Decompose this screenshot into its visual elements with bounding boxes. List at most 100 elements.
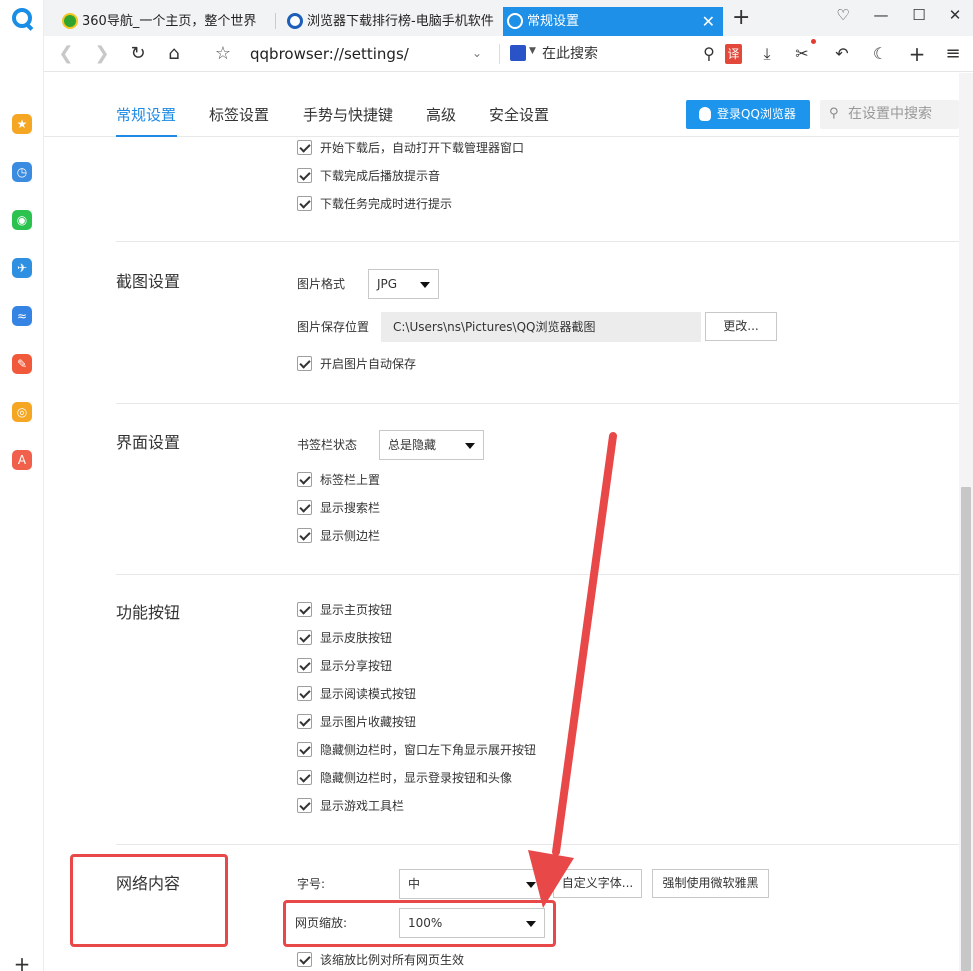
checkbox[interactable] (297, 472, 312, 487)
checkbox[interactable] (297, 770, 312, 785)
checkbox[interactable] (297, 500, 312, 515)
scrollbar[interactable] (959, 73, 973, 971)
search-app-icon[interactable]: ◎ (12, 402, 32, 422)
translate-icon[interactable]: 译 (725, 44, 742, 64)
undo-icon[interactable]: ↶ (830, 42, 854, 66)
section-divider (116, 241, 959, 242)
checkbox-play-sound[interactable]: 下载完成后播放提示音 (297, 167, 440, 185)
checkbox[interactable] (297, 742, 312, 757)
bookmark-star-icon[interactable]: ☆ (211, 42, 235, 66)
checkbox-reader-mode-button[interactable]: 显示阅读模式按钮 (297, 685, 416, 703)
force-yahei-button[interactable]: 强制使用微软雅黑 (652, 869, 769, 898)
maximize-icon[interactable]: ☐ (904, 4, 934, 26)
section-divider (116, 844, 959, 845)
search-input[interactable]: 在此搜索 (542, 44, 598, 64)
tab-title: 常规设置 (527, 14, 580, 29)
settings-search-placeholder: 在设置中搜索 (848, 106, 932, 122)
checkbox[interactable] (297, 528, 312, 543)
checkbox[interactable] (297, 714, 312, 729)
tab-360[interactable]: 360导航_一个主页，整个世界 (58, 7, 272, 36)
checkbox-sidebar-expand-button[interactable]: 隐藏侧边栏时，窗口左下角显示展开按钮 (297, 741, 536, 759)
section-title-interface: 界面设置 (116, 433, 181, 452)
tab-advanced[interactable]: 高级 (426, 105, 456, 125)
close-tab-icon[interactable]: ✕ (702, 7, 715, 36)
home-icon[interactable]: ⌂ (162, 42, 186, 66)
pdf-icon[interactable]: ✎ (12, 354, 32, 374)
checkbox[interactable] (297, 168, 312, 183)
tab-tabs[interactable]: 标签设置 (209, 105, 269, 125)
checkbox[interactable] (297, 356, 312, 371)
login-qq-button[interactable]: 登录QQ浏览器 (686, 100, 810, 129)
checkbox[interactable] (297, 952, 312, 967)
change-path-button[interactable]: 更改... (705, 312, 777, 341)
baidu-engine-icon[interactable] (510, 45, 526, 61)
checkbox-share-button[interactable]: 显示分享按钮 (297, 657, 392, 675)
add-icon[interactable]: + (905, 42, 929, 66)
section-divider (116, 403, 959, 404)
night-mode-icon[interactable]: ☾ (868, 42, 892, 66)
download-icon[interactable]: ⤓ (755, 42, 779, 66)
checkbox-label: 隐藏侧边栏时，窗口左下角显示展开按钮 (320, 743, 537, 757)
bookmark-bar-label: 书签栏状态 (297, 438, 358, 452)
font-size-select[interactable]: 中 (399, 869, 545, 899)
checkbox-skin-button[interactable]: 显示皮肤按钮 (297, 629, 392, 647)
pin-icon[interactable]: ✈ (12, 258, 32, 278)
scrollbar-thumb[interactable] (961, 487, 971, 971)
add-app-icon[interactable]: + (12, 954, 32, 971)
minimize-icon[interactable]: — (866, 4, 896, 26)
tab-gestures[interactable]: 手势与快捷键 (303, 105, 393, 125)
screenshot-scissors-icon[interactable]: ✂ (790, 42, 814, 66)
skin-icon[interactable]: ♡ (828, 4, 858, 26)
address-bar[interactable]: qqbrowser://settings/ (250, 44, 409, 64)
back-icon[interactable]: ❮ (54, 42, 78, 66)
tab-security[interactable]: 安全设置 (489, 105, 549, 125)
checkbox-open-download-manager[interactable]: 开始下载后，自动打开下载管理器窗口 (297, 139, 524, 157)
tab-favicon-icon (62, 13, 78, 29)
new-tab-icon[interactable]: + (732, 5, 750, 30)
checkbox-home-button[interactable]: 显示主页按钮 (297, 601, 392, 619)
checkbox-download-complete-tip[interactable]: 下载任务完成时进行提示 (297, 195, 452, 213)
checkbox-label: 显示侧边栏 (320, 529, 381, 543)
checkbox-auto-save[interactable]: 开启图片自动保存 (297, 355, 416, 373)
checkbox-label: 显示搜索栏 (320, 501, 381, 515)
checkbox[interactable] (297, 140, 312, 155)
wechat-icon[interactable]: ◉ (12, 210, 32, 230)
menu-icon[interactable]: ≡ (941, 42, 965, 66)
close-window-icon[interactable]: ✕ (940, 4, 970, 26)
checkbox-show-sidebar[interactable]: 显示侧边栏 (297, 527, 380, 545)
search-icon[interactable]: ⚲ (697, 42, 721, 66)
qq-penguin-icon (699, 107, 711, 121)
bookmark-bar-select[interactable]: 总是隐藏 (379, 430, 484, 460)
checkbox[interactable] (297, 686, 312, 701)
checkbox[interactable] (297, 630, 312, 645)
refresh-icon[interactable]: ↻ (126, 42, 150, 66)
star-icon[interactable]: ★ (12, 114, 32, 134)
checkbox-zoom-all-pages[interactable]: 该缩放比例对所有网页生效 (297, 951, 464, 969)
clock-icon[interactable]: ◷ (12, 162, 32, 182)
checkbox[interactable] (297, 196, 312, 211)
qq-browser-logo-icon[interactable] (12, 8, 32, 28)
custom-font-button[interactable]: 自定义字体... (553, 869, 642, 898)
checkbox[interactable] (297, 798, 312, 813)
checkbox-tabs-on-top[interactable]: 标签栏上置 (297, 471, 380, 489)
tab-general[interactable]: 常规设置 (116, 105, 176, 125)
checkbox-game-toolbar[interactable]: 显示游戏工具栏 (297, 797, 404, 815)
tab-download-ranking[interactable]: 浏览器下载排行榜-电脑手机软件 (283, 7, 495, 36)
annotation-box-web-content (70, 854, 228, 947)
cloud-icon[interactable]: ≈ (12, 306, 32, 326)
checkbox[interactable] (297, 602, 312, 617)
tab-settings-active[interactable]: 常规设置 ✕ (503, 7, 723, 36)
checkbox-sidebar-login-avatar[interactable]: 隐藏侧边栏时，显示登录按钮和头像 (297, 769, 512, 787)
checkbox[interactable] (297, 658, 312, 673)
image-format-value: JPG (377, 277, 398, 291)
settings-search-input[interactable]: ⚲ 在设置中搜索 (820, 100, 959, 129)
checkbox-show-search-bar[interactable]: 显示搜索栏 (297, 499, 380, 517)
checkbox-label: 开启图片自动保存 (320, 357, 417, 371)
checkbox-image-collect-button[interactable]: 显示图片收藏按钮 (297, 713, 416, 731)
engine-dropdown-icon[interactable]: ▼ (529, 46, 536, 56)
image-format-select[interactable]: JPG (368, 269, 439, 299)
chevron-down-icon[interactable]: ⌄ (472, 43, 482, 63)
forward-icon[interactable]: ❯ (90, 42, 114, 66)
tab-title: 浏览器下载排行榜-电脑手机软件 (307, 14, 494, 29)
translate-app-icon[interactable]: A (12, 450, 32, 470)
